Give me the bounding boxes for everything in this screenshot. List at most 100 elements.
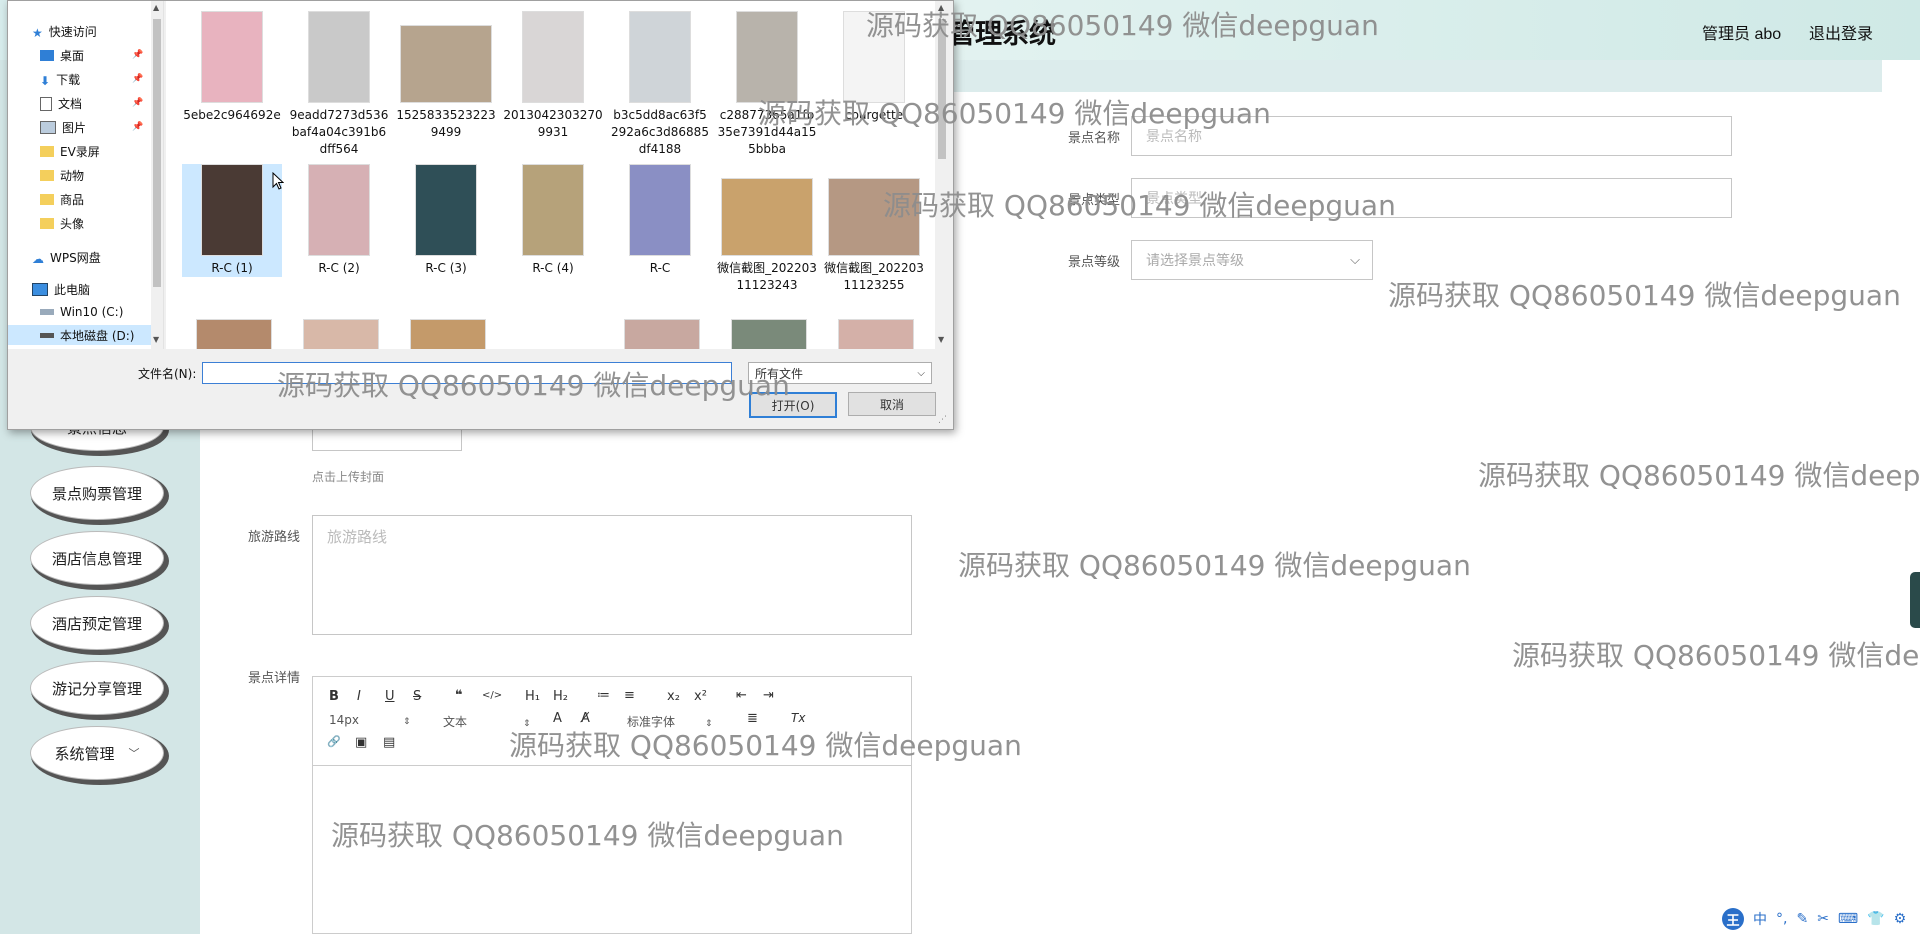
file-thumbnail-partial[interactable] xyxy=(196,319,272,349)
file-name: 5ebe2c964692e xyxy=(183,108,281,122)
align-button[interactable]: ≣ xyxy=(747,711,758,726)
file-item[interactable]: b3c5dd8ac63f5292a6c3d86885df4188 xyxy=(610,11,710,158)
file-item[interactable]: R-C (2) xyxy=(289,164,389,277)
file-name: c28877365a1fb35e7391d44a155bbba xyxy=(717,108,817,156)
logout-link[interactable]: 退出登录 xyxy=(1809,20,1873,44)
nav-scrollbar-thumb[interactable] xyxy=(153,19,161,287)
nav-scrollbar[interactable]: ▲ ▼ xyxy=(151,1,163,349)
side-handle[interactable] xyxy=(1910,572,1920,628)
nav-folder-animals[interactable]: 动物 xyxy=(40,167,84,184)
image-icon[interactable]: ▣ xyxy=(355,735,367,750)
font-family-select[interactable]: 标准字体 ⇕ xyxy=(627,713,713,730)
files-scrollbar[interactable]: ▲ ▼ xyxy=(935,1,949,349)
file-item[interactable]: 5ebe2c964692e xyxy=(182,11,282,124)
file-thumbnail-partial[interactable] xyxy=(624,319,700,349)
download-icon: ⬇ xyxy=(40,74,51,88)
scroll-down-icon[interactable]: ▼ xyxy=(153,335,159,344)
ime-punct-icon[interactable]: °, xyxy=(1776,911,1787,927)
nav-pictures[interactable]: 图片 xyxy=(40,119,86,136)
sidebar-item-system[interactable]: 系统管理 ﹀ xyxy=(30,726,164,780)
file-item[interactable]: R-C (3) xyxy=(396,164,496,277)
rich-text-editor[interactable]: B I U S ❝ </> H₁ H₂ ≔ ≡ x₂ x² ⇤ ⇥ 14px ⇕ … xyxy=(312,676,912,934)
link-icon[interactable]: 🔗 xyxy=(327,735,341,748)
file-item[interactable]: courgette xyxy=(824,11,924,124)
nav-folder-goods[interactable]: 商品 xyxy=(40,191,84,208)
file-thumbnail-partial[interactable] xyxy=(303,319,379,349)
file-item[interactable]: 15258335232239499 xyxy=(396,11,496,141)
h2-button[interactable]: H₂ xyxy=(553,689,568,704)
nav-downloads[interactable]: ⬇ 下载 xyxy=(40,71,80,88)
files-scrollbar-thumb[interactable] xyxy=(938,19,946,159)
nav-documents[interactable]: 文档 xyxy=(40,95,82,112)
nav-drive-d[interactable]: 本地磁盘 (D:) xyxy=(8,325,151,345)
route-textarea[interactable]: 旅游路线 xyxy=(312,515,912,635)
background-color-button[interactable]: A̸ xyxy=(581,711,590,726)
ime-toolbar: 王 中 °, ✎ ✂ ⌨ 👕 ⚙ xyxy=(1722,904,1920,934)
sidebar-item-hotel-info[interactable]: 酒店信息管理 xyxy=(30,531,164,585)
ime-skin-icon[interactable]: 👕 xyxy=(1867,911,1884,927)
ordered-list-button[interactable]: ≔ xyxy=(597,688,610,703)
ime-lang-toggle[interactable]: 中 xyxy=(1753,909,1767,929)
indent-button[interactable]: ⇥ xyxy=(763,688,774,703)
superscript-button[interactable]: x² xyxy=(694,689,707,704)
file-item[interactable]: R-C xyxy=(610,164,710,277)
current-user-label: 管理员 abo xyxy=(1702,26,1782,43)
file-item[interactable]: R-C (4) xyxy=(503,164,603,277)
ime-settings-icon[interactable]: ⚙ xyxy=(1894,911,1907,927)
font-color-button[interactable]: A xyxy=(553,711,562,726)
scroll-up-icon[interactable]: ▲ xyxy=(153,3,159,12)
sidebar-item-travelogue[interactable]: 游记分享管理 xyxy=(30,661,164,715)
file-item[interactable]: R-C (1) xyxy=(182,164,282,277)
bold-button[interactable]: B xyxy=(329,689,339,704)
nav-folder-avatars[interactable]: 头像 xyxy=(40,215,84,232)
attraction-name-input[interactable]: 景点名称 xyxy=(1131,116,1732,156)
ime-screenshot-icon[interactable]: ✂ xyxy=(1817,911,1829,927)
attraction-type-input[interactable]: 景点类型 xyxy=(1131,178,1732,218)
watermark: 源码获取 QQ86050149 微信deepguan xyxy=(1388,279,1901,312)
scroll-up-icon[interactable]: ▲ xyxy=(938,3,944,12)
sidebar-item-hotel-booking[interactable]: 酒店预定管理 xyxy=(30,596,164,650)
ime-keyboard-icon[interactable]: ⌨ xyxy=(1838,911,1858,927)
subscript-button[interactable]: x₂ xyxy=(667,689,680,704)
video-icon[interactable]: ▤ xyxy=(383,735,395,750)
h1-button[interactable]: H₁ xyxy=(525,689,540,704)
open-button[interactable]: 打开(O) xyxy=(749,392,837,418)
ime-logo-icon[interactable]: 王 xyxy=(1722,908,1744,930)
cancel-button[interactable]: 取消 xyxy=(848,392,936,416)
file-item[interactable]: 9eadd7273d536baf4a04c391b6dff564 xyxy=(289,11,389,158)
nav-quick-access[interactable]: ★ 快速访问 xyxy=(32,23,97,40)
blockquote-button[interactable]: ❝ xyxy=(455,688,463,703)
nav-this-pc[interactable]: 此电脑 xyxy=(32,281,90,298)
resize-grip-icon[interactable]: ⋰ xyxy=(938,415,947,425)
file-item[interactable]: 微信截图_20220311123255 xyxy=(824,164,924,294)
file-thumbnail-partial[interactable] xyxy=(410,319,486,349)
file-thumbnail-partial[interactable] xyxy=(731,319,807,349)
nav-wps-cloud[interactable]: ☁ WPS网盘 xyxy=(32,249,101,266)
bullet-list-button[interactable]: ≡ xyxy=(624,688,635,703)
code-button[interactable]: </> xyxy=(482,690,502,701)
text-style-select[interactable]: 文本 ⇕ xyxy=(443,713,531,730)
file-item[interactable]: 微信截图_20220311123243 xyxy=(717,164,817,294)
filename-input[interactable] xyxy=(202,362,732,384)
nav-drive-c[interactable]: Win10 (C:) xyxy=(40,305,123,319)
attraction-level-select[interactable]: 请选择景点等级 ⌵ xyxy=(1131,240,1373,280)
navigation-pane: ★ 快速访问 桌面 📌 ⬇ 下载 📌 文档 📌 图片 📌 EV录屏 动物 商品 头像… xyxy=(8,1,164,349)
nav-desktop[interactable]: 桌面 xyxy=(40,47,84,64)
file-item[interactable]: 20130423032709931 xyxy=(503,11,603,141)
nav-label: 此电脑 xyxy=(54,283,91,297)
clear-format-button[interactable]: Tx xyxy=(791,711,805,725)
scroll-down-icon[interactable]: ▼ xyxy=(938,335,944,344)
file-thumbnail-partial[interactable] xyxy=(838,319,914,349)
page-title: 管理系统 xyxy=(948,19,1056,49)
italic-button[interactable]: I xyxy=(357,689,361,704)
sidebar-item-ticket-management[interactable]: 景点购票管理 xyxy=(30,466,164,520)
nav-folder-ev[interactable]: EV录屏 xyxy=(40,143,100,160)
file-type-select[interactable]: 所有文件 ⌵ xyxy=(748,362,932,384)
outdent-button[interactable]: ⇤ xyxy=(736,688,747,703)
ime-handwrite-icon[interactable]: ✎ xyxy=(1796,911,1808,927)
font-size-select[interactable]: 14px ⇕ xyxy=(329,713,411,727)
strike-button[interactable]: S xyxy=(413,689,421,704)
underline-button[interactable]: U xyxy=(385,689,395,704)
nav-label: 桌面 xyxy=(60,49,85,63)
file-item[interactable]: c28877365a1fb35e7391d44a155bbba xyxy=(717,11,817,158)
